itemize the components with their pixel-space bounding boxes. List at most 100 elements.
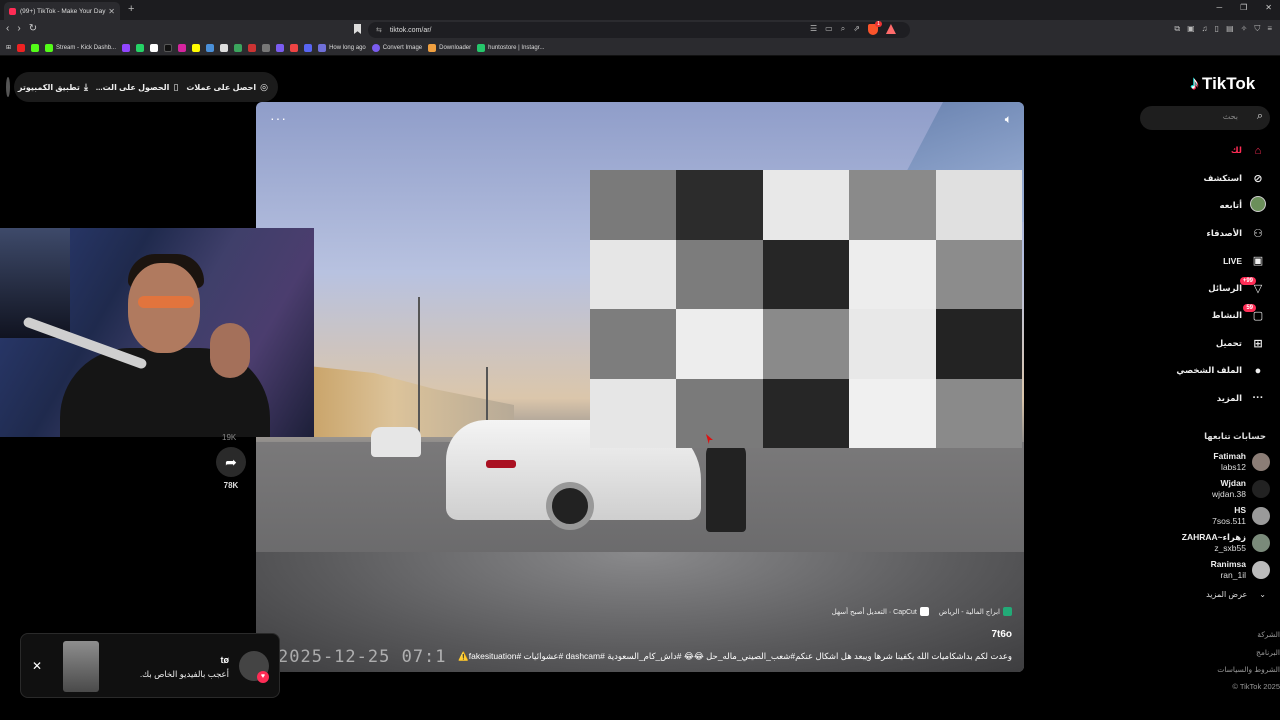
profile-icon: ● xyxy=(1254,364,1262,377)
bookmark-item[interactable] xyxy=(150,43,159,52)
bookmark-icon[interactable] xyxy=(354,24,361,34)
share-button[interactable]: ➦ xyxy=(216,447,246,477)
mosaic-cell xyxy=(849,309,936,379)
sidebar-toggle-icon[interactable]: ▯ xyxy=(1215,24,1219,34)
bookmark-item[interactable] xyxy=(164,43,173,52)
show-more-label: عرض المزيد xyxy=(1206,590,1248,599)
bookmark-item[interactable] xyxy=(262,43,271,52)
more-options-icon[interactable]: ··· xyxy=(270,110,287,126)
bookmark-kick-dashboard[interactable]: Stream - Kick Dashb... xyxy=(45,43,116,52)
bookmark-item[interactable] xyxy=(17,43,26,52)
share-page-icon[interactable]: ⇗ xyxy=(853,24,860,35)
following-account[interactable]: Ranimsa ran_1il xyxy=(1150,557,1270,583)
search-icon[interactable]: ⌕ xyxy=(1257,110,1263,123)
following-account[interactable]: ZAHRAA~زهراء z_sxb55 xyxy=(1150,530,1270,556)
show-more-button[interactable]: عرض المزيد ⌄ xyxy=(1150,590,1266,599)
back-icon[interactable]: ‹ xyxy=(6,23,9,34)
minimize-icon[interactable]: ─ xyxy=(1216,3,1222,12)
account-name: Wjdan xyxy=(1220,478,1247,488)
bookmark-item[interactable] xyxy=(136,43,145,52)
bookmark-label: Downloader xyxy=(439,44,472,51)
whatsapp-icon xyxy=(136,43,145,52)
bookmark-item[interactable] xyxy=(276,43,285,52)
nav-explore[interactable]: استكشف ⊘ xyxy=(1140,165,1270,193)
site-icon xyxy=(206,43,215,52)
nav-activity[interactable]: 59 النشاط ▢ xyxy=(1140,302,1270,330)
bookmark-huntostore[interactable]: huntostore | Instagr... xyxy=(477,43,544,52)
bookmark-downloader[interactable]: Downloader xyxy=(428,43,472,52)
video-player[interactable]: ··· 🔈︎ xyxy=(256,102,1024,672)
mosaic-cell xyxy=(849,170,936,240)
location-tag[interactable]: ابراج المالية - الرياض xyxy=(939,607,1012,616)
get-app-button[interactable]: ▯ الحصول على الت... xyxy=(96,82,178,93)
bookmark-item[interactable] xyxy=(31,43,40,52)
mosaic-cell xyxy=(762,378,850,448)
nav-upload[interactable]: تحميل ⊞ xyxy=(1140,330,1270,358)
video-author[interactable]: 7t6o xyxy=(991,629,1012,640)
footer-link-company[interactable]: الشركة xyxy=(1180,630,1280,639)
bookmark-convert-image[interactable]: Convert Image xyxy=(371,43,422,52)
cast-icon[interactable]: ▭ xyxy=(825,24,833,35)
bookmark-item[interactable] xyxy=(178,43,187,52)
wallet-icon[interactable]: ▤ xyxy=(1226,24,1234,34)
pc-app-button[interactable]: ⤓ تطبيق الكمبيوتر xyxy=(18,82,88,93)
browser-tab[interactable]: (99+) TikTok - Make Your Day ✕ xyxy=(4,2,120,20)
user-avatar[interactable] xyxy=(5,77,10,97)
following-account[interactable]: Wjdan wjdan.38 xyxy=(1150,476,1270,502)
nav-friends[interactable]: الأصدقاء ⚇ xyxy=(1140,220,1270,248)
nav-profile[interactable]: الملف الشخصي ● xyxy=(1140,357,1270,385)
like-notification-toast[interactable]: ✕ tø أعجب بالفيديو الخاص بك. ♥ xyxy=(20,633,280,698)
nav-messages[interactable]: +99 الرسائل ▽ xyxy=(1140,275,1270,303)
reader-icon[interactable]: ☰ xyxy=(810,24,817,35)
nav-for-you[interactable]: لك ⌂ xyxy=(1140,137,1270,165)
bookmark-item[interactable] xyxy=(122,43,131,52)
footer-link-program[interactable]: البرنامج xyxy=(1180,648,1280,657)
site-info-icon[interactable]: ⇆ xyxy=(376,26,382,34)
bookmark-item[interactable] xyxy=(304,43,313,52)
capcut-tag[interactable]: CapCut · التعديل أصبح أسهل xyxy=(832,607,929,616)
tiktok-logo[interactable]: ♪ TikTok xyxy=(1190,73,1255,94)
kick-icon xyxy=(45,43,54,52)
brave-shields-icon[interactable]: 1 xyxy=(867,21,882,35)
video-thumbnail[interactable] xyxy=(63,641,99,692)
get-coins-button[interactable]: ◎ احصل على عملات xyxy=(186,82,268,93)
apps-grid-icon[interactable]: ⊞ xyxy=(6,44,11,51)
bookmark-item[interactable] xyxy=(220,43,229,52)
bookmark-item[interactable] xyxy=(248,43,257,52)
pixelated-overlay xyxy=(590,170,1022,448)
extension-icons: ⧉ ▣ ♫ ▯ ▤ ✧ ⛉ ≡ xyxy=(1174,24,1272,34)
site-icon xyxy=(477,43,486,52)
close-window-icon[interactable]: ✕ xyxy=(1265,3,1272,12)
search-input[interactable]: بحث ⌕ xyxy=(1140,106,1270,130)
close-icon[interactable]: ✕ xyxy=(32,659,42,673)
mosaic-cell xyxy=(935,170,1022,240)
bookmark-item[interactable] xyxy=(234,43,243,52)
extension-icon[interactable]: ⧉ xyxy=(1174,24,1180,34)
maximize-icon[interactable]: ❐ xyxy=(1240,3,1247,12)
new-tab-icon[interactable]: + xyxy=(128,3,134,15)
mosaic-cell xyxy=(590,378,677,448)
nav-following[interactable]: أتابعه xyxy=(1140,192,1270,220)
vpn-icon[interactable]: ⛉ xyxy=(1254,24,1260,34)
leo-ai-icon[interactable]: ✧ xyxy=(1241,24,1248,34)
nav-more[interactable]: المزيد ··· xyxy=(1140,385,1270,413)
footer-link-terms[interactable]: الشروط والسياسات xyxy=(1180,665,1280,674)
avatar xyxy=(1252,507,1270,525)
following-account[interactable]: HS 7sos.511 xyxy=(1150,503,1270,529)
zoom-icon[interactable]: ⌕ xyxy=(841,24,845,35)
following-account[interactable]: Fatimah labs12 xyxy=(1150,449,1270,475)
avatar xyxy=(1252,561,1270,579)
bookmark-item[interactable] xyxy=(192,43,201,52)
bookmark-item[interactable] xyxy=(206,43,215,52)
bookmark-item[interactable] xyxy=(290,43,299,52)
nav-live[interactable]: LIVE ▣ xyxy=(1140,247,1270,275)
volume-icon[interactable]: 🔈︎ xyxy=(1005,112,1012,127)
media-icon[interactable]: ♫ xyxy=(1202,24,1208,34)
menu-icon[interactable]: ≡ xyxy=(1267,24,1272,34)
reload-icon[interactable]: ↻ xyxy=(29,23,37,34)
close-tab-icon[interactable]: ✕ xyxy=(108,7,115,16)
brave-rewards-icon[interactable] xyxy=(885,24,896,34)
forward-icon[interactable]: › xyxy=(17,23,20,34)
extension-icon[interactable]: ▣ xyxy=(1187,24,1195,34)
bookmark-how-long-ago[interactable]: How long ago xyxy=(318,43,366,52)
